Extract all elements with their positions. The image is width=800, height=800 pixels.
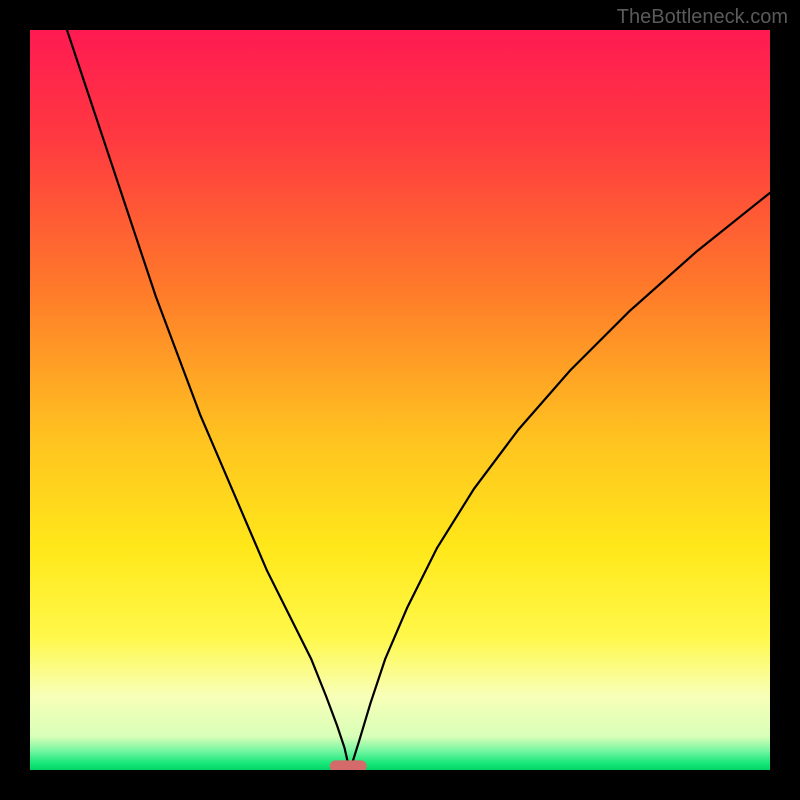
chart-background	[30, 30, 770, 770]
watermark-text: TheBottleneck.com	[617, 6, 788, 29]
chart-plot-area	[30, 30, 770, 770]
bottleneck-marker	[330, 760, 367, 770]
chart-svg	[30, 30, 770, 770]
chart-marker	[330, 760, 367, 770]
